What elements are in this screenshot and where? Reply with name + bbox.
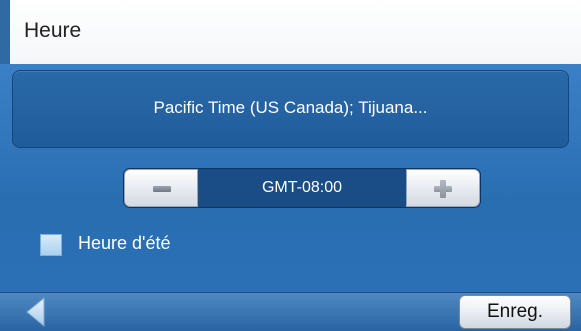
time-settings-screen: Heure Pacific Time (US Canada); Tijuana.… bbox=[0, 0, 581, 331]
save-button[interactable]: Enreg. bbox=[459, 295, 571, 329]
timezone-button[interactable]: Pacific Time (US Canada); Tijuana... bbox=[12, 70, 569, 148]
main-panel: Pacific Time (US Canada); Tijuana... GMT… bbox=[0, 64, 581, 292]
dst-label[interactable]: Heure d'été bbox=[78, 233, 171, 254]
page-title: Heure bbox=[24, 19, 82, 42]
footer-bar: Enreg. bbox=[0, 292, 581, 331]
gmt-offset-value: GMT-08:00 bbox=[261, 179, 343, 196]
gmt-offset-stepper: GMT-08:00 bbox=[123, 168, 481, 208]
back-button[interactable] bbox=[24, 296, 52, 328]
header-bar: Heure bbox=[0, 0, 581, 64]
plus-icon-vertical bbox=[440, 180, 446, 198]
increase-offset-button[interactable] bbox=[406, 169, 480, 207]
dst-checkbox[interactable] bbox=[40, 234, 62, 256]
timezone-name: Pacific Time (US Canada); Tijuana... bbox=[153, 98, 428, 117]
minus-icon bbox=[153, 186, 171, 192]
back-arrow-icon bbox=[26, 296, 45, 328]
decrease-offset-button[interactable] bbox=[124, 169, 198, 207]
